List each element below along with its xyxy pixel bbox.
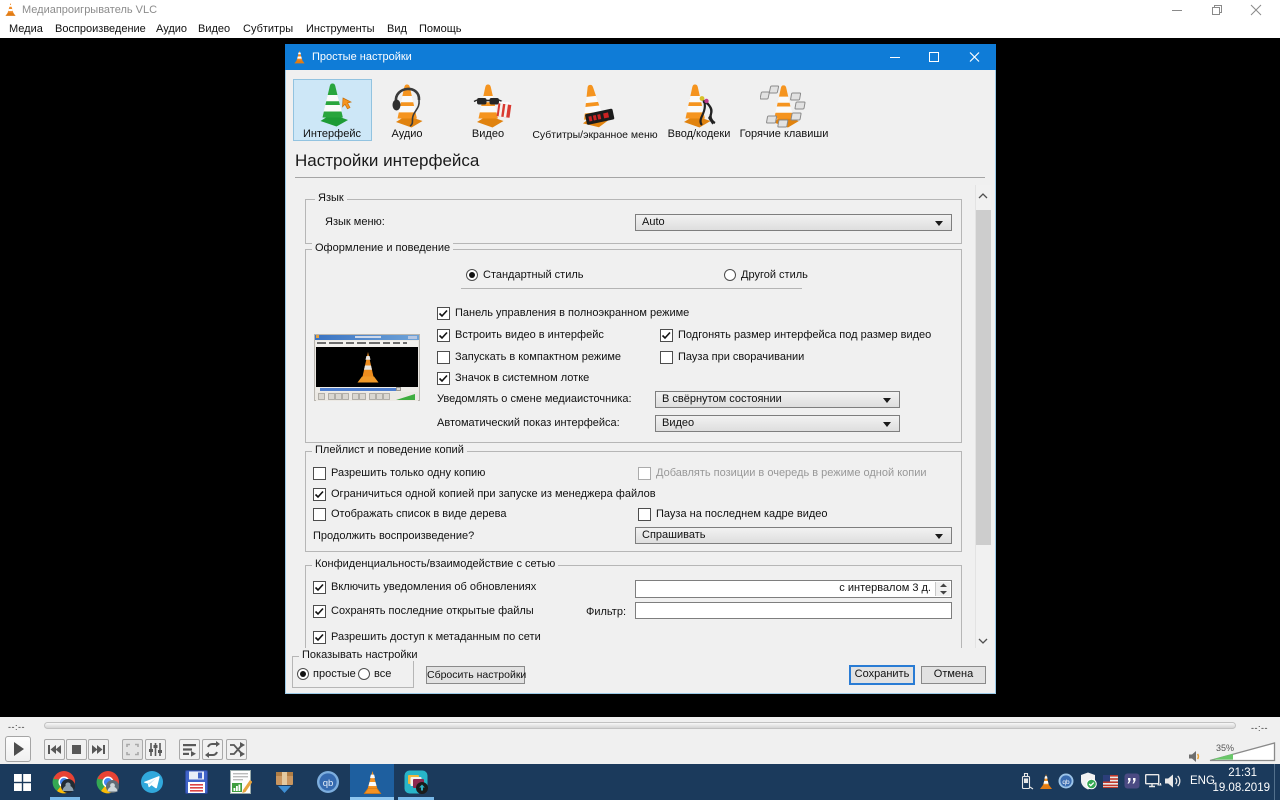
svg-text:qb: qb bbox=[323, 778, 334, 789]
svg-text:qb: qb bbox=[1062, 779, 1070, 786]
